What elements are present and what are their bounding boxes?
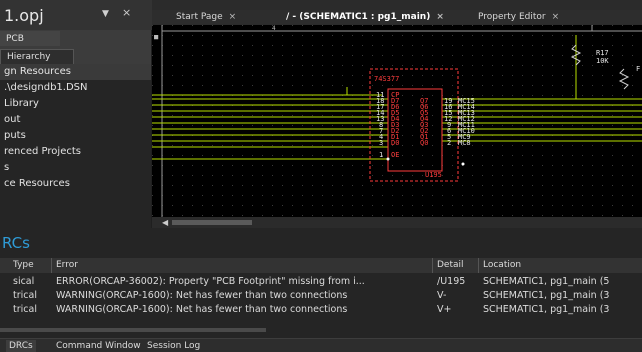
row-type: trical [13, 304, 37, 315]
tab-label: / - (SCHEMATIC1 : pg1_main) [286, 12, 431, 22]
project-title: 1.opj [4, 5, 44, 25]
tree-item-outputs[interactable]: out [0, 112, 151, 128]
tab-session-log[interactable]: Session Log [147, 340, 200, 352]
row-type: trical [13, 290, 37, 301]
close-icon[interactable]: × [552, 12, 560, 22]
drc-hscrollbar[interactable] [0, 328, 266, 332]
project-manager-panel: 1.opj ▼ × PCB Hierarchy gn Resources .\d… [0, 0, 152, 228]
row-error: WARNING(ORCAP-1600): Net has fewer than … [56, 290, 348, 301]
drc-panel: RCs Type Error Detail Location sical ERR… [0, 228, 642, 338]
tab-drcs[interactable]: DRCs [6, 340, 36, 352]
net-label: MC8 [458, 139, 471, 147]
resistor-edge-label: F [636, 65, 640, 73]
drc-table-header: Type Error Detail Location [0, 258, 642, 273]
row-error: WARNING(ORCAP-1600): Net has fewer than … [56, 304, 348, 315]
column-divider[interactable] [51, 258, 52, 273]
part-name: 74S377 [374, 75, 399, 83]
column-divider[interactable] [432, 258, 433, 273]
orcad-window: 1.opj ▼ × PCB Hierarchy gn Resources .\d… [0, 0, 642, 352]
row-detail: V- [437, 290, 447, 301]
schematic-canvas[interactable]: ■ 4 R17 10K F 74S377 U195 11 CP 18 D7 17… [152, 25, 642, 217]
frame-marker-top: 4 [272, 25, 276, 32]
pin-number: 2 [447, 139, 451, 147]
table-row[interactable]: trical WARNING(ORCAP-1600): Net has fewe… [0, 289, 642, 303]
tab-label: Property Editor [478, 12, 546, 22]
project-title-bar: 1.opj ▼ × [0, 0, 152, 30]
junction-dot [461, 162, 465, 166]
row-location: SCHEMATIC1, pg1_main (3 [483, 290, 610, 301]
column-error[interactable]: Error [56, 258, 430, 273]
scroll-thumb[interactable] [172, 220, 252, 225]
tab-command-window[interactable]: Command Window [56, 340, 141, 352]
resistor-ref: R17 [596, 49, 609, 57]
close-icon[interactable]: × [229, 12, 237, 22]
pin-name: D0 [391, 139, 399, 147]
pin-number: 3 [379, 139, 383, 147]
tree-item-inputs[interactable]: puts [0, 128, 151, 144]
close-icon[interactable]: × [436, 12, 444, 22]
junction-dot [386, 157, 390, 161]
table-row[interactable]: trical WARNING(ORCAP-1600): Net has fewe… [0, 303, 642, 317]
column-divider[interactable] [478, 258, 479, 273]
tab-schematic[interactable]: / - (SCHEMATIC1 : pg1_main) × [286, 10, 444, 24]
pin-name: Q0 [420, 139, 428, 147]
schematic-drawing: ■ 4 R17 10K F 74S377 U195 11 CP 18 D7 17… [152, 25, 642, 217]
tab-hierarchy[interactable]: Hierarchy [0, 49, 74, 64]
tab-pcb[interactable]: PCB [0, 31, 60, 46]
bottom-tabs: DRCs Command Window Session Log [0, 338, 642, 352]
column-detail[interactable]: Detail [437, 258, 477, 273]
scroll-left-icon[interactable]: ◀ [162, 218, 168, 227]
tree-item-library[interactable]: Library [0, 96, 151, 112]
pin-number: 1 [379, 151, 383, 159]
column-type[interactable]: Type [13, 258, 51, 273]
project-tree: gn Resources .\designdb1.DSN Library out… [0, 64, 151, 228]
right-pins: Q7 19 MC15 Q6 16 MC14 Q5 15 MC13 Q4 12 M… [420, 97, 475, 147]
row-detail: /U195 [437, 276, 466, 287]
tree-item-design-resources[interactable]: gn Resources [0, 64, 151, 80]
row-type: sical [13, 276, 35, 287]
canvas-hscrollbar[interactable]: ◀ [152, 217, 642, 228]
tab-start-page[interactable]: Start Page × [176, 10, 236, 24]
tree-item-resources[interactable]: ce Resources [0, 176, 151, 192]
part-ref: U195 [425, 171, 442, 179]
row-location: SCHEMATIC1, pg1_main (5 [483, 276, 610, 287]
tree-item-referenced-projects[interactable]: renced Projects [0, 144, 151, 160]
column-location[interactable]: Location [483, 258, 642, 273]
resistor-value: 10K [596, 57, 609, 65]
tab-property-editor[interactable]: Property Editor × [478, 10, 559, 24]
close-icon[interactable]: × [122, 6, 131, 19]
tab-label: Start Page [176, 12, 223, 22]
row-location: SCHEMATIC1, pg1_main (3 [483, 304, 610, 315]
pin-name: OE [391, 151, 399, 159]
chevron-down-icon[interactable]: ▼ [102, 9, 109, 19]
drc-panel-title: RCs [2, 234, 30, 252]
tree-item-dsn[interactable]: .\designdb1.DSN [0, 80, 151, 96]
row-error: ERROR(ORCAP-36002): Property "PCB Footpr… [56, 276, 365, 287]
table-row[interactable]: sical ERROR(ORCAP-36002): Property "PCB … [0, 275, 642, 289]
document-tabs: Start Page × / - (SCHEMATIC1 : pg1_main) ×… [152, 10, 642, 24]
tree-item-s[interactable]: s [0, 160, 151, 176]
row-detail: V+ [437, 304, 452, 315]
